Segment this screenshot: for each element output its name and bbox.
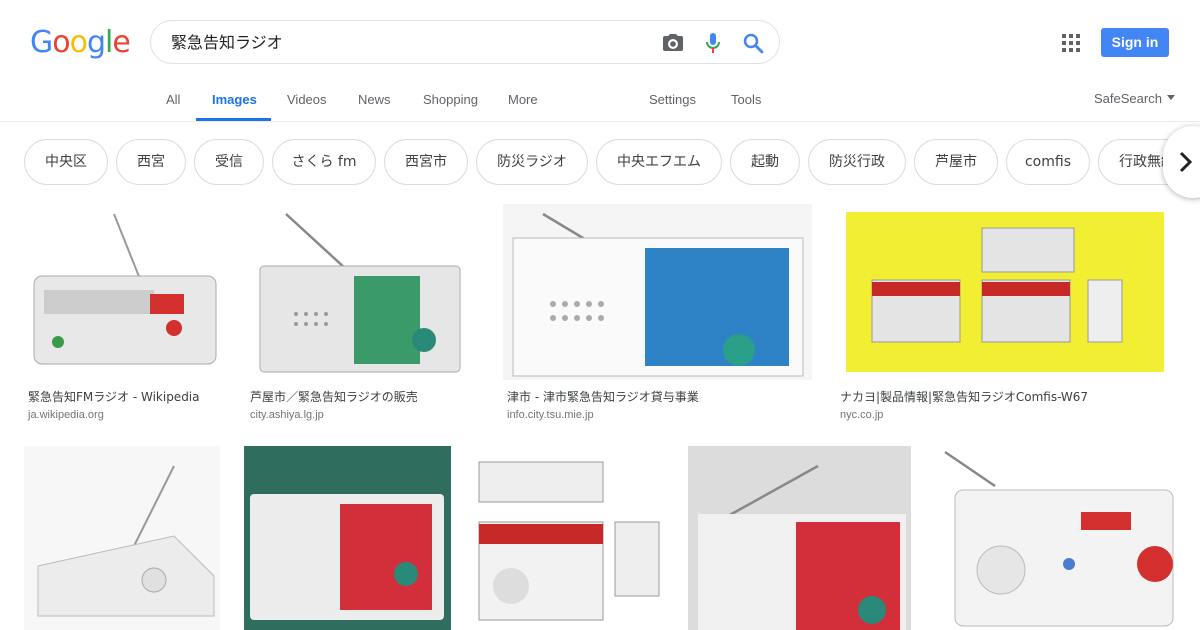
chip[interactable]: 受信 — [194, 139, 264, 185]
logo-text: G — [30, 25, 53, 60]
image-result[interactable] — [935, 446, 1176, 630]
tab-videos[interactable]: Videos — [287, 92, 327, 107]
tab-shopping[interactable]: Shopping — [423, 92, 478, 107]
logo-letter: o — [69, 25, 88, 60]
sign-in-button[interactable]: Sign in — [1101, 28, 1169, 57]
image-result[interactable] — [24, 204, 222, 380]
image-result[interactable] — [836, 204, 1176, 380]
result-title[interactable]: 津市 - 津市緊急告知ラジオ貸与事業 — [507, 388, 699, 405]
chip[interactable]: comfis — [1006, 139, 1090, 185]
apps-grid-icon[interactable] — [1062, 34, 1080, 52]
header-divider — [0, 121, 1200, 122]
radio-thumbnail — [475, 446, 663, 630]
result-site: ja.wikipedia.org — [28, 409, 104, 421]
tab-images[interactable]: Images — [212, 92, 257, 107]
chip[interactable]: 中央区 — [24, 139, 108, 185]
image-result[interactable] — [688, 446, 911, 630]
chip[interactable]: 起動 — [730, 139, 800, 185]
chevron-right-icon — [1179, 151, 1193, 173]
result-title[interactable]: 芦屋市／緊急告知ラジオの販売 — [250, 388, 418, 405]
radio-thumbnail — [688, 446, 911, 630]
radio-thumbnail — [503, 204, 812, 380]
result-caption[interactable]: 芦屋市／緊急告知ラジオの販売 city.ashiya.lg.jp — [250, 388, 418, 421]
radio-thumbnail — [24, 446, 220, 630]
chip[interactable]: 芦屋市 — [914, 139, 998, 185]
tab-settings[interactable]: Settings — [649, 92, 696, 107]
result-caption[interactable]: ナカヨ|製品情報|緊急告知ラジオComfis-W67 nyc.co.jp — [840, 388, 1088, 421]
tab-tools[interactable]: Tools — [731, 92, 761, 107]
tab-all[interactable]: All — [166, 92, 180, 107]
result-site: city.ashiya.lg.jp — [250, 409, 324, 421]
image-result[interactable] — [475, 446, 663, 630]
tab-more[interactable]: More — [508, 92, 538, 107]
chip[interactable]: 西宮市 — [384, 139, 468, 185]
radio-thumbnail — [836, 204, 1176, 380]
chips-next-button[interactable] — [1163, 126, 1200, 198]
logo-letter: g — [86, 25, 106, 60]
result-site: nyc.co.jp — [840, 409, 884, 421]
camera-icon[interactable] — [661, 31, 685, 55]
google-logo[interactable]: Google — [30, 25, 131, 60]
chip[interactable]: さくら fm — [272, 139, 376, 185]
logo-letter: e — [112, 25, 130, 60]
result-title[interactable]: ナカヨ|製品情報|緊急告知ラジオComfis-W67 — [840, 388, 1088, 405]
image-result[interactable] — [244, 446, 451, 630]
radio-thumbnail — [244, 446, 451, 630]
radio-thumbnail — [24, 204, 222, 380]
search-icon[interactable] — [741, 31, 765, 55]
chip[interactable]: 防災ラジオ — [476, 139, 588, 185]
safesearch-label: SafeSearch — [1094, 91, 1162, 106]
chip[interactable]: 中央エフエム — [596, 139, 722, 185]
logo-letter: o — [52, 25, 70, 60]
image-result[interactable] — [24, 446, 220, 630]
image-result[interactable] — [503, 204, 812, 380]
search-input[interactable]: 緊急告知ラジオ — [171, 21, 283, 65]
search-box[interactable]: 緊急告知ラジオ — [150, 20, 780, 64]
caret-down-icon — [1166, 95, 1175, 100]
chip[interactable]: 防災行政 — [808, 139, 906, 185]
tab-news[interactable]: News — [358, 92, 391, 107]
image-result[interactable] — [246, 204, 478, 380]
result-site: info.city.tsu.mie.jp — [507, 409, 594, 421]
radio-thumbnail — [935, 446, 1176, 630]
microphone-icon[interactable] — [701, 31, 725, 55]
radio-thumbnail — [246, 204, 478, 380]
result-title[interactable]: 緊急告知FMラジオ - Wikipedia — [28, 388, 200, 405]
result-caption[interactable]: 緊急告知FMラジオ - Wikipedia ja.wikipedia.org — [28, 388, 200, 421]
safesearch-menu[interactable]: SafeSearch — [1094, 91, 1175, 106]
result-caption[interactable]: 津市 - 津市緊急告知ラジオ貸与事業 info.city.tsu.mie.jp — [507, 388, 699, 421]
chip[interactable]: 西宮 — [116, 139, 186, 185]
